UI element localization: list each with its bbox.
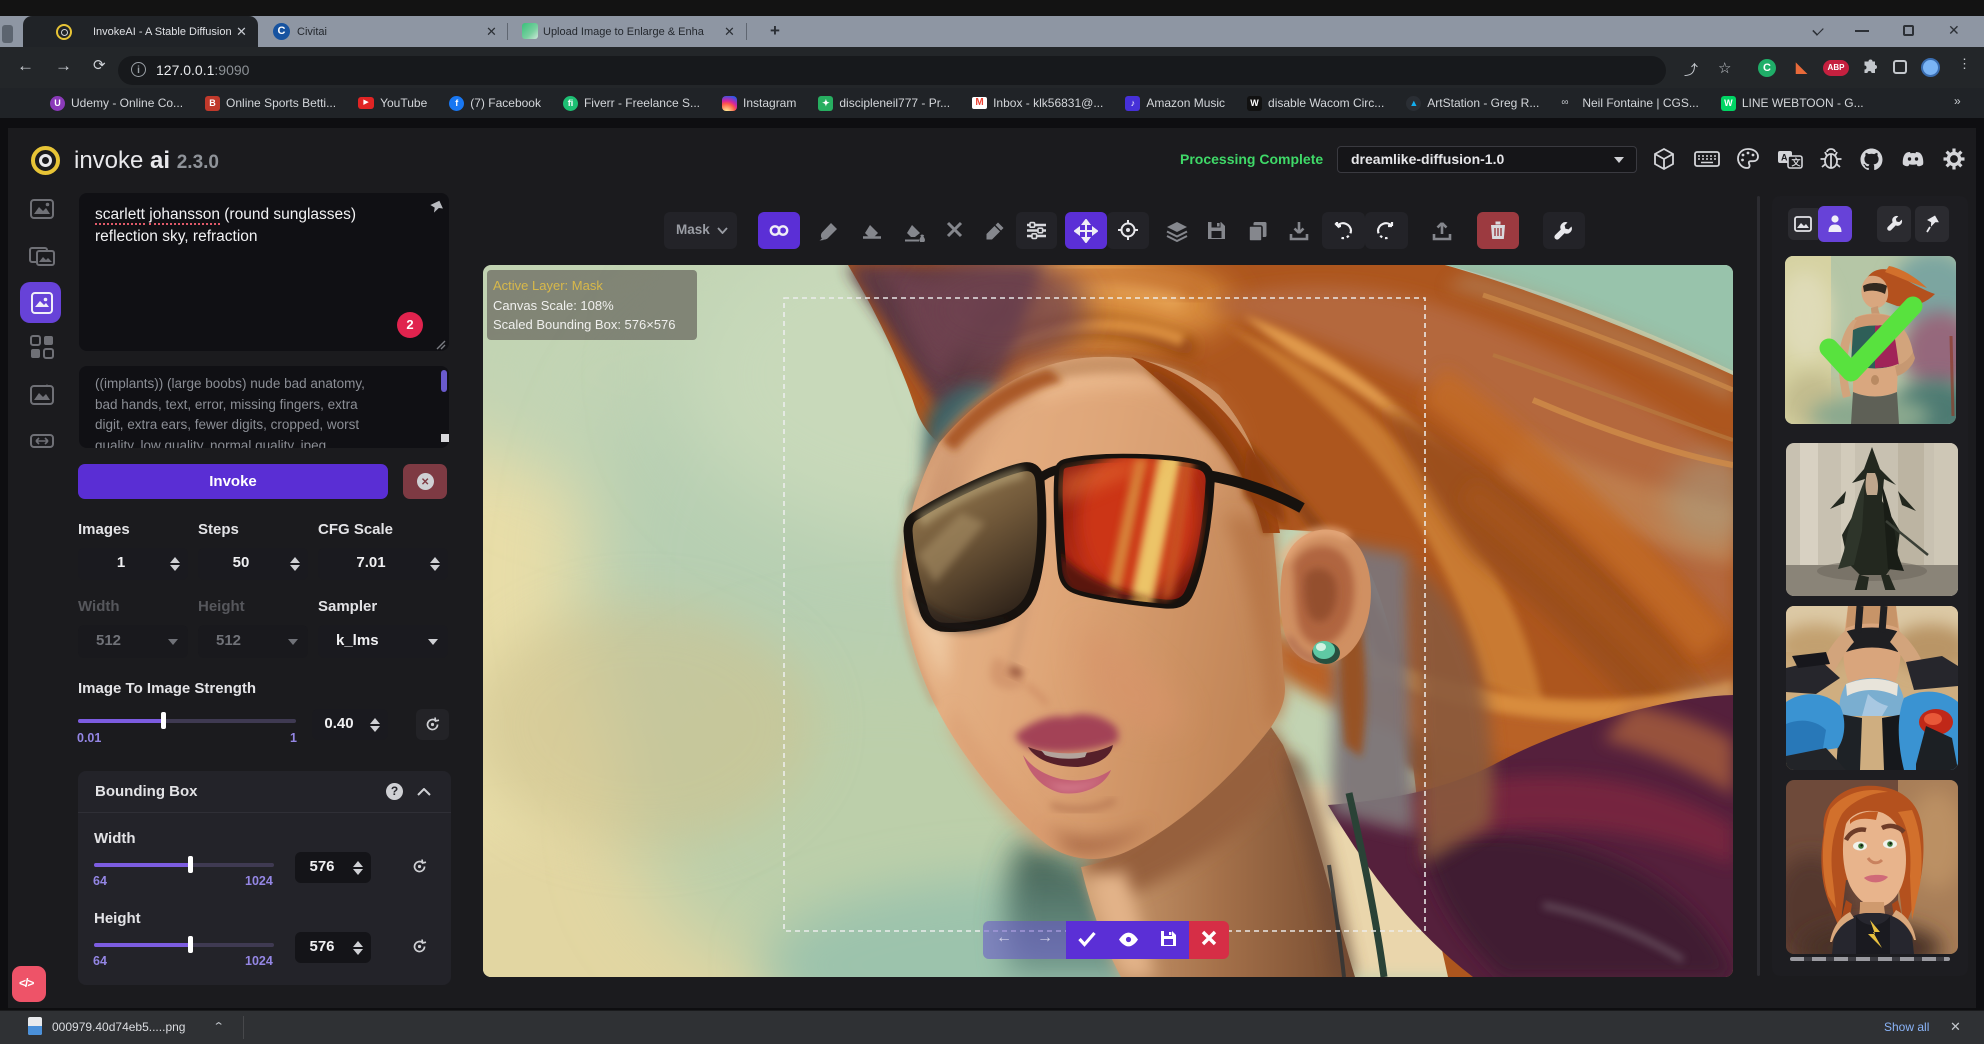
svg-text:A: A [1781,153,1788,163]
svg-text:文: 文 [1791,157,1802,168]
